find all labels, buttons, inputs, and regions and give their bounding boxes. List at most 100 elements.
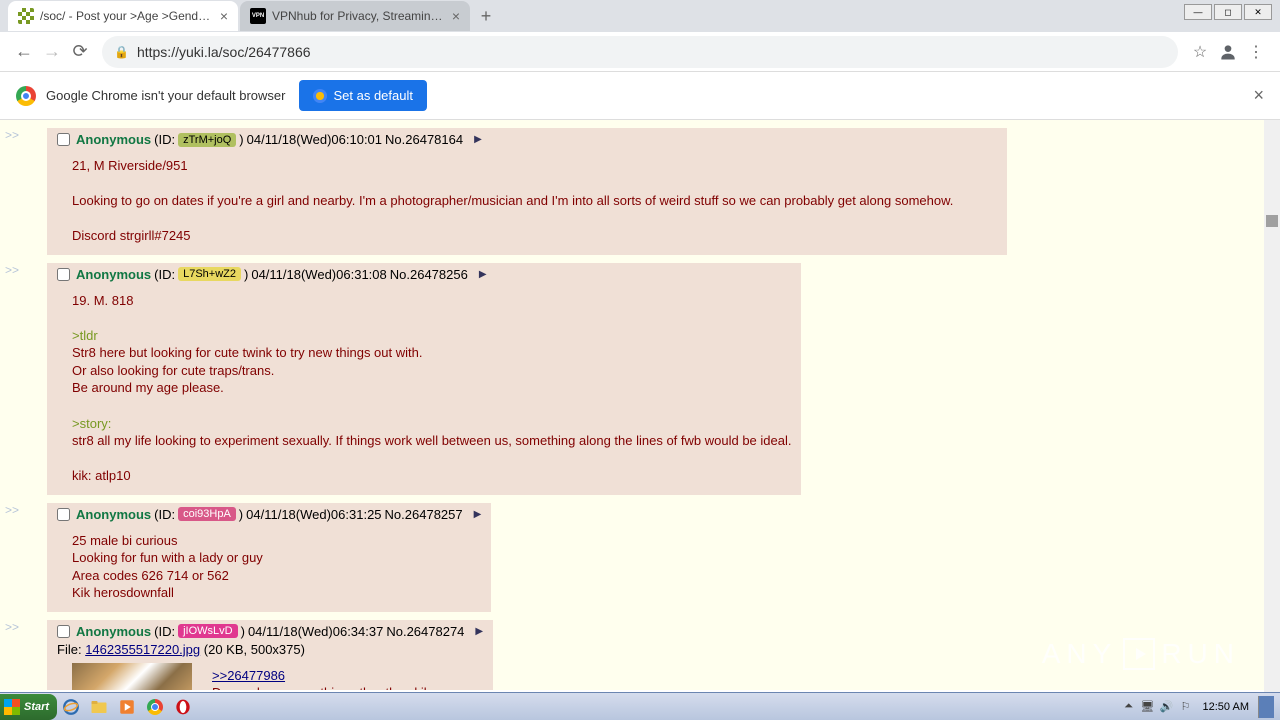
scrollbar-thumb[interactable] — [1266, 215, 1278, 227]
post-hide-arrows[interactable]: >> — [5, 503, 19, 517]
new-tab-button[interactable]: + — [472, 2, 500, 30]
lock-icon: 🔒 — [114, 45, 129, 59]
post-date: 04/11/18(Wed)06:31:25 — [246, 507, 381, 522]
post-checkbox[interactable] — [57, 508, 70, 521]
post-hide-arrows[interactable]: >> — [5, 263, 19, 277]
greentext: >story: — [72, 416, 111, 431]
post: Anonymous (ID: zTrM+joQ ) 04/11/18(Wed)0… — [47, 128, 1007, 255]
url-bar[interactable]: 🔒 https://yuki.la/soc/26477866 — [102, 36, 1178, 68]
forward-button[interactable]: → — [38, 38, 66, 66]
post-menu-icon[interactable]: ▶ — [475, 626, 483, 637]
scrollbar-vertical[interactable] — [1264, 120, 1280, 692]
reply-link[interactable]: >>26477986 — [212, 668, 285, 683]
page-content: >> Anonymous (ID: zTrM+joQ ) 04/11/18(Wed… — [0, 120, 1280, 690]
post-number[interactable]: No.26478164 — [385, 132, 463, 147]
post-number[interactable]: No.26478256 — [390, 267, 468, 282]
show-desktop-button[interactable] — [1258, 696, 1274, 718]
post-menu-icon[interactable]: ▶ — [474, 134, 482, 145]
id-label: (ID: — [154, 132, 175, 147]
poster-id[interactable]: jIOWsLvD — [178, 624, 238, 638]
watermark-text-right: RUN — [1161, 638, 1240, 670]
window-controls: — ◻ ✕ — [1184, 4, 1272, 20]
profile-icon[interactable] — [1214, 38, 1242, 66]
id-label: (ID: — [154, 267, 175, 282]
file-meta: (20 KB, 500x375) — [204, 642, 305, 657]
post-date: 04/11/18(Wed)06:34:37 — [248, 624, 383, 639]
poster-name: Anonymous — [76, 624, 151, 639]
favicon-4chan — [18, 8, 34, 24]
poster-name: Anonymous — [76, 132, 151, 147]
infobar-text: Google Chrome isn't your default browser — [46, 88, 285, 103]
post: Anonymous (ID: L7Sh+wZ2 ) 04/11/18(Wed)0… — [47, 263, 801, 495]
post-body: 21, M Riverside/951Looking to go on date… — [72, 157, 997, 245]
minimize-button[interactable]: — — [1184, 4, 1212, 20]
tab-title: /soc/ - Post your >Age >Gender >A — [40, 9, 214, 23]
taskbar-ie-icon[interactable] — [59, 696, 83, 718]
browser-chrome: /soc/ - Post your >Age >Gender >A × VPN … — [0, 0, 1280, 120]
poster-id[interactable]: L7Sh+wZ2 — [178, 267, 241, 281]
set-default-label: Set as default — [333, 88, 413, 103]
system-tray: ⏶ 🖥 🔊 ⚐ 12:50 AM — [1121, 696, 1280, 718]
id-label: (ID: — [154, 507, 175, 522]
post-number[interactable]: No.26478257 — [385, 507, 463, 522]
post-checkbox[interactable] — [57, 268, 70, 281]
post-hide-arrows[interactable]: >> — [5, 128, 19, 142]
menu-icon[interactable]: ⋮ — [1242, 38, 1270, 66]
maximize-button[interactable]: ◻ — [1214, 4, 1242, 20]
post-number[interactable]: No.26478274 — [386, 624, 464, 639]
post-body: 19. M. 818>tldrStr8 here but looking for… — [72, 292, 791, 485]
tab-active[interactable]: /soc/ - Post your >Age >Gender >A × — [8, 1, 238, 31]
file-link[interactable]: 1462355517220.jpg — [85, 642, 200, 657]
tab-strip: /soc/ - Post your >Age >Gender >A × VPN … — [0, 0, 1280, 32]
clock[interactable]: 12:50 AM — [1197, 701, 1255, 713]
poster-name: Anonymous — [76, 267, 151, 282]
taskbar-media-icon[interactable] — [115, 696, 139, 718]
set-default-button[interactable]: Set as default — [299, 80, 427, 111]
post-checkbox[interactable] — [57, 625, 70, 638]
tray-network-icon[interactable]: 🖥 — [1140, 699, 1156, 715]
greentext: >tldr — [72, 328, 98, 343]
post-menu-icon[interactable]: ▶ — [474, 509, 482, 520]
tab-inactive[interactable]: VPN VPNhub for Privacy, Streaming and M … — [240, 1, 470, 31]
favicon-vpn: VPN — [250, 8, 266, 24]
tab-close-icon[interactable]: × — [452, 8, 460, 24]
chrome-logo-icon — [16, 86, 36, 106]
tray-flag-icon[interactable]: ⚐ — [1178, 699, 1194, 715]
play-icon — [1123, 638, 1155, 670]
post-hide-arrows[interactable]: >> — [5, 620, 19, 634]
taskbar: Start ⏶ 🖥 🔊 ⚐ 12:50 AM — [0, 692, 1280, 720]
taskbar-explorer-icon[interactable] — [87, 696, 111, 718]
start-button[interactable]: Start — [0, 694, 57, 720]
post-header: Anonymous (ID: zTrM+joQ ) 04/11/18(Wed)0… — [57, 132, 997, 147]
close-button[interactable]: ✕ — [1244, 4, 1272, 20]
file-info: File: 1462355517220.jpg (20 KB, 500x375) — [57, 642, 483, 657]
watermark: ANY RUN — [1042, 638, 1240, 670]
post: Anonymous (ID: coi93HpA ) 04/11/18(Wed)0… — [47, 503, 491, 612]
watermark-text-left: ANY — [1042, 638, 1118, 670]
back-button[interactable]: ← — [10, 38, 38, 66]
taskbar-opera-icon[interactable] — [171, 696, 195, 718]
post-menu-icon[interactable]: ▶ — [479, 269, 487, 280]
post: Anonymous (ID: jIOWsLvD ) 04/11/18(Wed)0… — [47, 620, 493, 690]
info-bar: Google Chrome isn't your default browser… — [0, 72, 1280, 120]
post-header: Anonymous (ID: L7Sh+wZ2 ) 04/11/18(Wed)0… — [57, 267, 791, 282]
reload-button[interactable]: ⟳ — [66, 38, 94, 66]
id-label: (ID: — [154, 624, 175, 639]
tray-volume-icon[interactable]: 🔊 — [1159, 699, 1175, 715]
post-date: 04/11/18(Wed)06:31:08 — [251, 267, 386, 282]
tab-close-icon[interactable]: × — [220, 8, 228, 24]
bookmark-icon[interactable]: ☆ — [1186, 38, 1214, 66]
poster-id[interactable]: coi93HpA — [178, 507, 236, 521]
infobar-close-icon[interactable]: × — [1253, 85, 1264, 106]
thumbnail-image[interactable] — [72, 663, 192, 690]
post-checkbox[interactable] — [57, 133, 70, 146]
poster-id[interactable]: zTrM+joQ — [178, 133, 236, 147]
post-header: Anonymous (ID: jIOWsLvD ) 04/11/18(Wed)0… — [57, 624, 483, 639]
start-label: Start — [24, 701, 49, 713]
taskbar-chrome-icon[interactable] — [143, 696, 167, 718]
shield-icon — [313, 89, 327, 103]
poster-name: Anonymous — [76, 507, 151, 522]
tab-title: VPNhub for Privacy, Streaming and M — [272, 9, 446, 23]
tray-expand-icon[interactable]: ⏶ — [1121, 699, 1137, 715]
url-text: https://yuki.la/soc/26477866 — [137, 44, 311, 60]
